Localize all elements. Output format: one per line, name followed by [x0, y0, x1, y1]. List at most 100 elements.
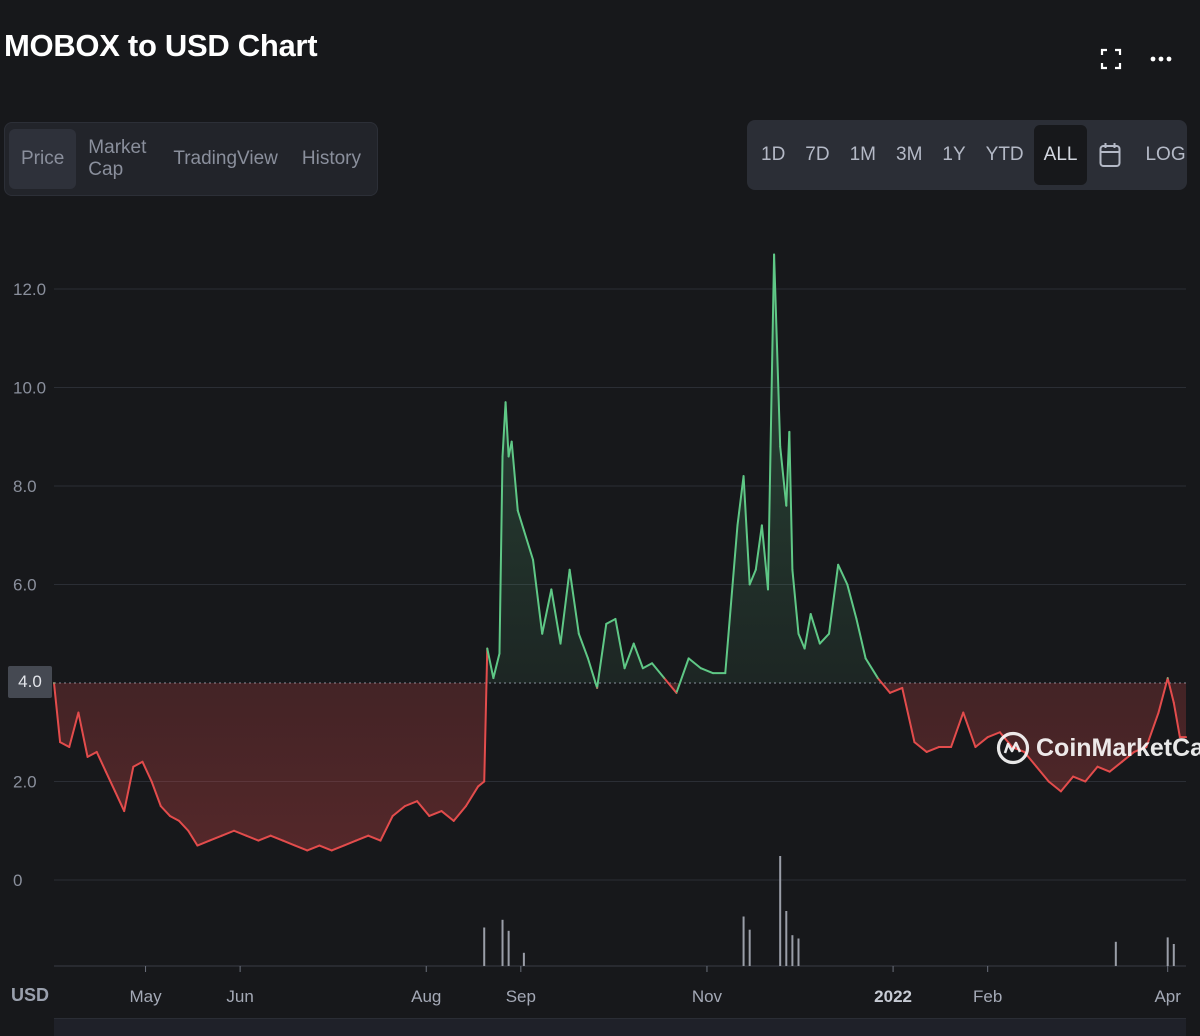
price-point	[486, 647, 489, 650]
y-tick-label: 2.0	[13, 773, 37, 792]
price-point	[1172, 701, 1175, 704]
price-point	[1047, 780, 1050, 783]
volume-bar	[742, 916, 745, 966]
price-point	[950, 746, 952, 748]
volume-bar	[483, 927, 486, 966]
price-point	[864, 657, 867, 660]
price-point	[541, 632, 543, 635]
price-point	[578, 632, 580, 635]
x-tick-label: 2022	[874, 987, 912, 1006]
price-point	[507, 455, 510, 458]
price-point	[355, 839, 357, 842]
price-point	[596, 687, 598, 689]
price-point	[501, 455, 504, 458]
price-point	[114, 790, 116, 793]
price-point	[510, 440, 513, 443]
price-point	[819, 642, 821, 645]
price-point	[404, 805, 406, 807]
price-point	[846, 583, 849, 586]
price-point	[306, 849, 309, 852]
price-point	[901, 687, 904, 689]
price-point	[877, 677, 879, 679]
price-point	[452, 820, 455, 822]
price-point	[440, 810, 443, 812]
price-point	[208, 839, 211, 842]
price-point	[483, 780, 486, 783]
price-point	[605, 623, 608, 625]
price-point	[675, 692, 678, 694]
price-point	[1072, 775, 1074, 778]
price-point	[123, 810, 125, 812]
price-point	[1084, 780, 1087, 783]
y-tick-label: 12.0	[13, 280, 46, 299]
y-tick-label: 0	[13, 871, 22, 890]
price-point	[767, 588, 769, 591]
price-point	[773, 253, 775, 256]
price-point	[169, 815, 171, 817]
price-point	[803, 647, 806, 650]
price-point	[159, 805, 162, 807]
watermark-text: CoinMarketCap	[1036, 733, 1200, 762]
price-point	[550, 588, 553, 591]
price-point	[559, 642, 562, 645]
price-point	[779, 445, 781, 448]
price-point	[587, 657, 589, 660]
price-point	[986, 736, 989, 738]
price-point	[568, 568, 571, 571]
volume-bar	[748, 929, 751, 966]
price-point	[330, 849, 333, 852]
volume-bar	[791, 935, 794, 966]
price-point	[837, 564, 839, 566]
price-point	[925, 751, 928, 753]
price-point	[498, 652, 501, 655]
price-point	[663, 677, 666, 679]
price-point	[1096, 765, 1099, 768]
x-tick-label: Nov	[692, 987, 723, 1006]
price-point	[632, 642, 635, 645]
x-tick-label: Jun	[226, 987, 253, 1006]
coinmarketcap-watermark: CoinMarketCap	[996, 731, 1200, 765]
price-point	[187, 829, 190, 832]
y-tick-label: 6.0	[13, 576, 37, 595]
price-point	[257, 839, 260, 842]
price-point	[532, 559, 534, 561]
price-point	[294, 844, 296, 847]
volume-bar	[779, 856, 782, 966]
y-tick-label: 8.0	[13, 477, 37, 496]
price-point	[477, 785, 479, 788]
price-point	[623, 667, 626, 670]
range-navigator[interactable]	[54, 1018, 1186, 1036]
coinmarketcap-logo-icon	[996, 731, 1030, 765]
price-point	[797, 632, 800, 635]
x-tick-label: Feb	[973, 987, 1002, 1006]
volume-bar	[1166, 937, 1169, 966]
price-point	[974, 746, 977, 748]
volume-bar	[522, 952, 525, 966]
price-point	[269, 834, 272, 837]
price-point	[828, 632, 830, 635]
price-point	[86, 756, 89, 758]
price-point	[428, 815, 431, 817]
price-point	[938, 746, 940, 748]
price-point	[642, 667, 644, 670]
price-point	[736, 524, 739, 527]
volume-bar	[785, 911, 788, 966]
price-point	[614, 618, 617, 620]
price-point	[809, 613, 812, 615]
price-point	[132, 765, 135, 768]
price-point	[178, 820, 180, 822]
price-point	[651, 662, 653, 665]
price-point	[748, 583, 751, 586]
price-point	[77, 711, 80, 714]
price-point	[379, 839, 382, 842]
price-chart[interactable]: 0 2.0 6.0 8.0 10.0 12.0 May Jun Aug Sep Nov 2022 Fe…	[0, 0, 1200, 1036]
price-point	[761, 524, 763, 527]
price-point	[282, 839, 284, 842]
price-point	[245, 834, 248, 837]
x-tick-label: Aug	[411, 987, 441, 1006]
price-point	[855, 618, 858, 620]
price-point	[712, 672, 714, 674]
price-point	[367, 834, 370, 837]
volume-bar	[1114, 941, 1117, 966]
price-point	[1035, 765, 1038, 768]
